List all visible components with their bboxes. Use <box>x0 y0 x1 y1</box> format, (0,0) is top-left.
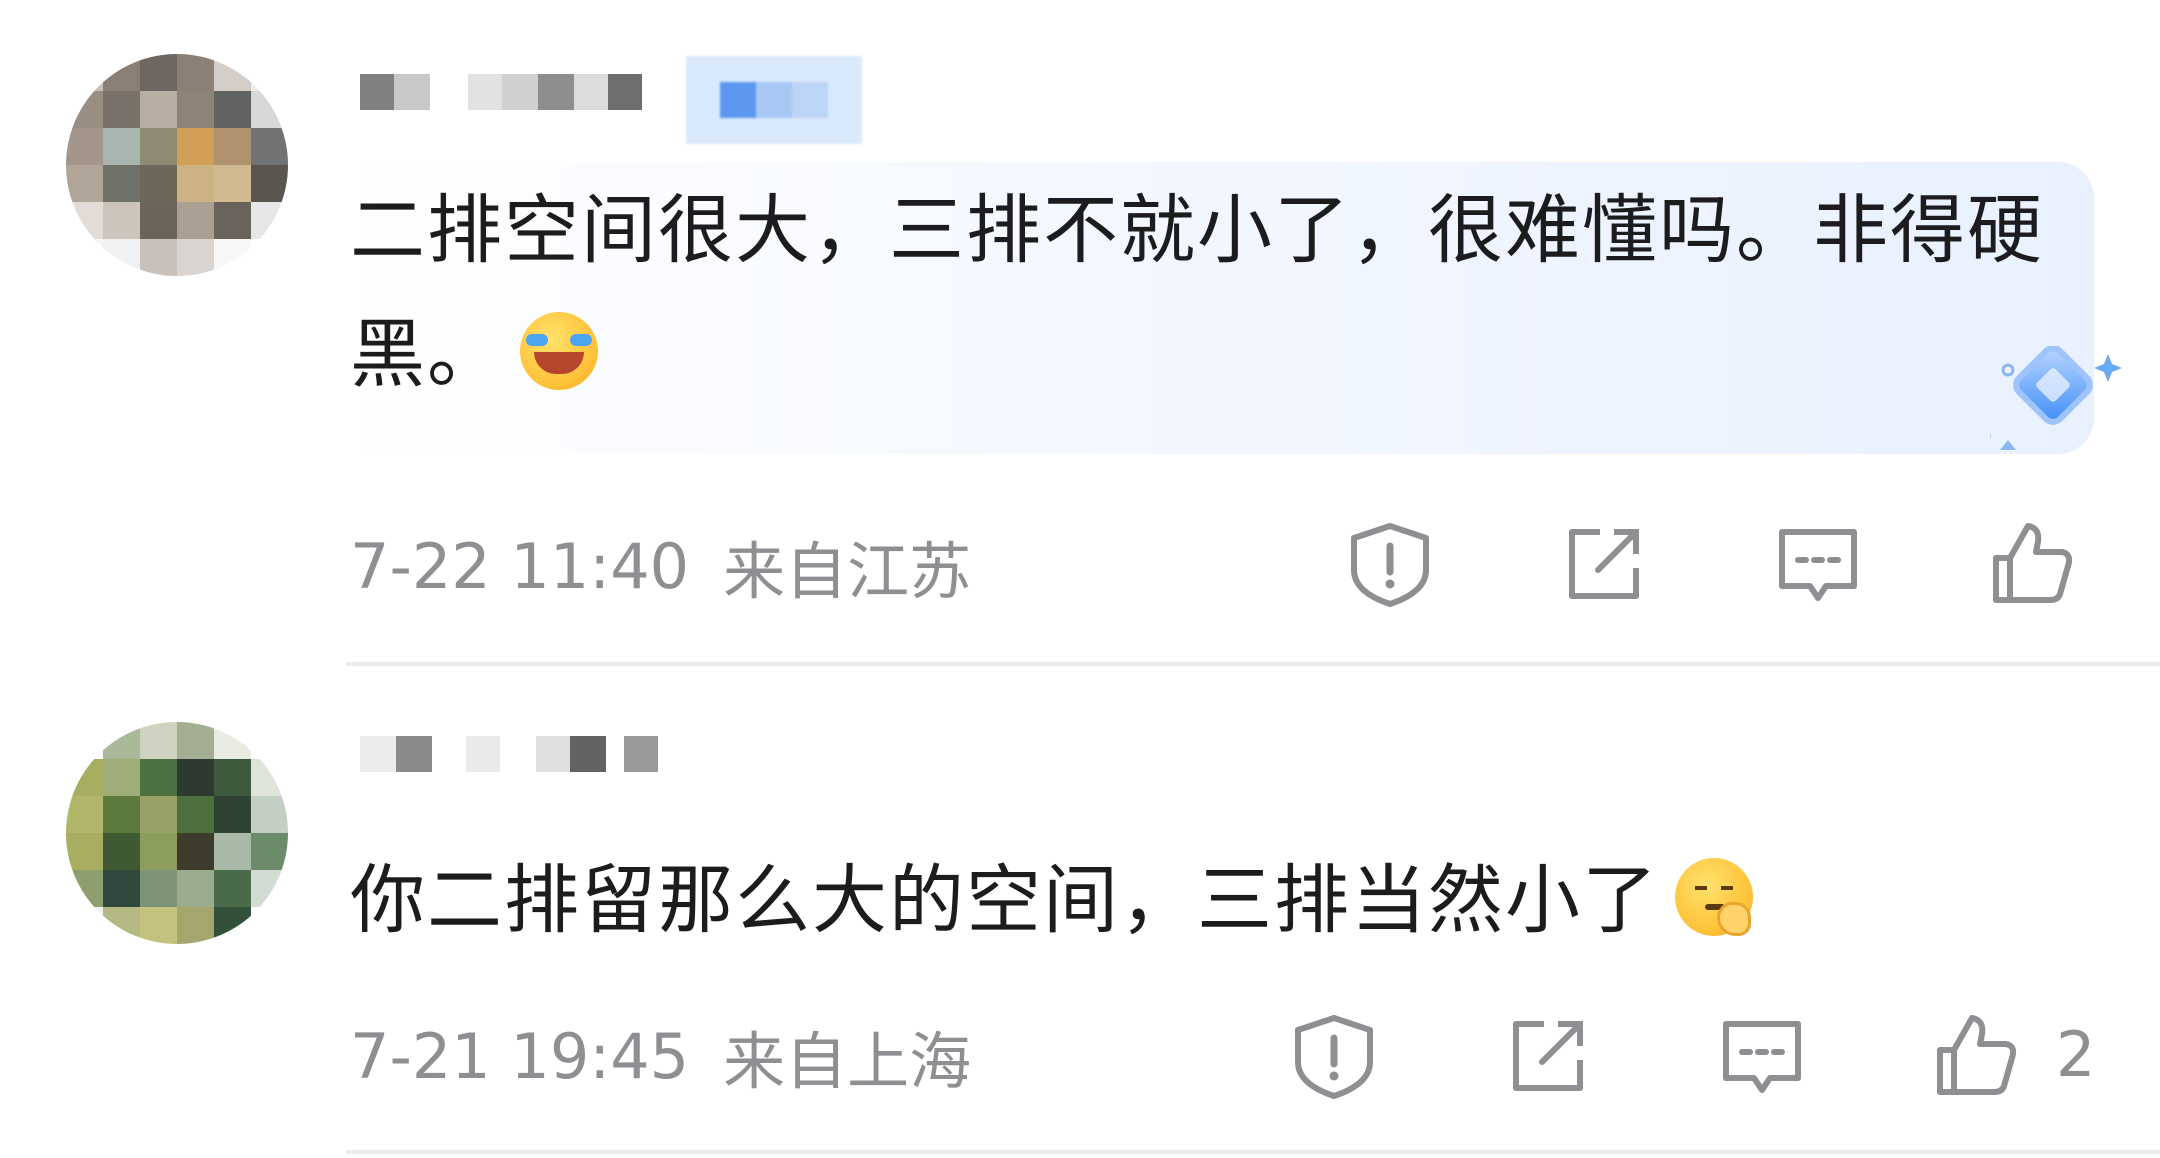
avatar[interactable] <box>66 54 288 276</box>
comment-bubble-icon <box>1723 1021 1801 1093</box>
shush-emoji-icon <box>1675 858 1754 936</box>
comment-meta: 7-21 19:45 来自上海 <box>350 1016 971 1099</box>
comment-text-body: 你二排留那么大的空间，三排当然小了 <box>350 856 1660 944</box>
user-badge[interactable] <box>686 56 862 144</box>
laugh-cry-emoji-icon <box>520 312 599 390</box>
comment-bubble-icon <box>1779 529 1857 601</box>
username[interactable] <box>360 718 658 790</box>
share-button[interactable] <box>1554 514 1654 614</box>
comment-item: 你二排留那么大的空间，三排当然小了 7-21 19:45 来自上海 2 <box>0 666 2160 1158</box>
username[interactable] <box>360 56 642 128</box>
comment-location: 来自江苏 <box>723 535 972 608</box>
divider <box>346 1150 2160 1154</box>
share-external-icon <box>1569 529 1639 599</box>
thumbs-up-icon <box>1993 523 2073 603</box>
like-count: 2 <box>2056 1018 2096 1091</box>
comment-actions: 2 <box>1284 1006 2100 1106</box>
thumbs-up-icon <box>1937 1015 2017 1095</box>
report-button[interactable] <box>1284 1006 1384 1106</box>
sparkle-icon <box>1990 346 2122 450</box>
comment-actions <box>1340 514 2100 614</box>
like-button[interactable] <box>1926 1006 2026 1106</box>
comment-text: 你二排留那么大的空间，三排当然小了 <box>350 838 2090 962</box>
comment-item: 二排空间很大，三排不就小了，很难懂吗。非得硬黑。 7-22 11:40 来自江苏 <box>0 0 2160 666</box>
shield-alert-icon <box>1295 1015 1373 1099</box>
reply-button[interactable] <box>1712 1006 1812 1106</box>
reply-button[interactable] <box>1768 514 1868 614</box>
report-button[interactable] <box>1340 514 1440 614</box>
comment-time: 7-21 19:45 <box>350 1019 690 1093</box>
comment-text: 二排空间很大，三排不就小了，很难懂吗。非得硬黑。 <box>350 168 2050 416</box>
comment-meta: 7-22 11:40 来自江苏 <box>350 526 971 609</box>
like-button[interactable] <box>1982 514 2082 614</box>
comment-time: 7-22 11:40 <box>350 529 690 603</box>
avatar[interactable] <box>66 722 288 944</box>
shield-alert-icon <box>1351 523 1429 607</box>
share-external-icon <box>1513 1021 1583 1091</box>
share-button[interactable] <box>1498 1006 1598 1106</box>
comment-location: 来自上海 <box>723 1025 972 1098</box>
comment-text-body: 二排空间很大，三排不就小了，很难懂吗。非得硬黑。 <box>350 186 2045 398</box>
